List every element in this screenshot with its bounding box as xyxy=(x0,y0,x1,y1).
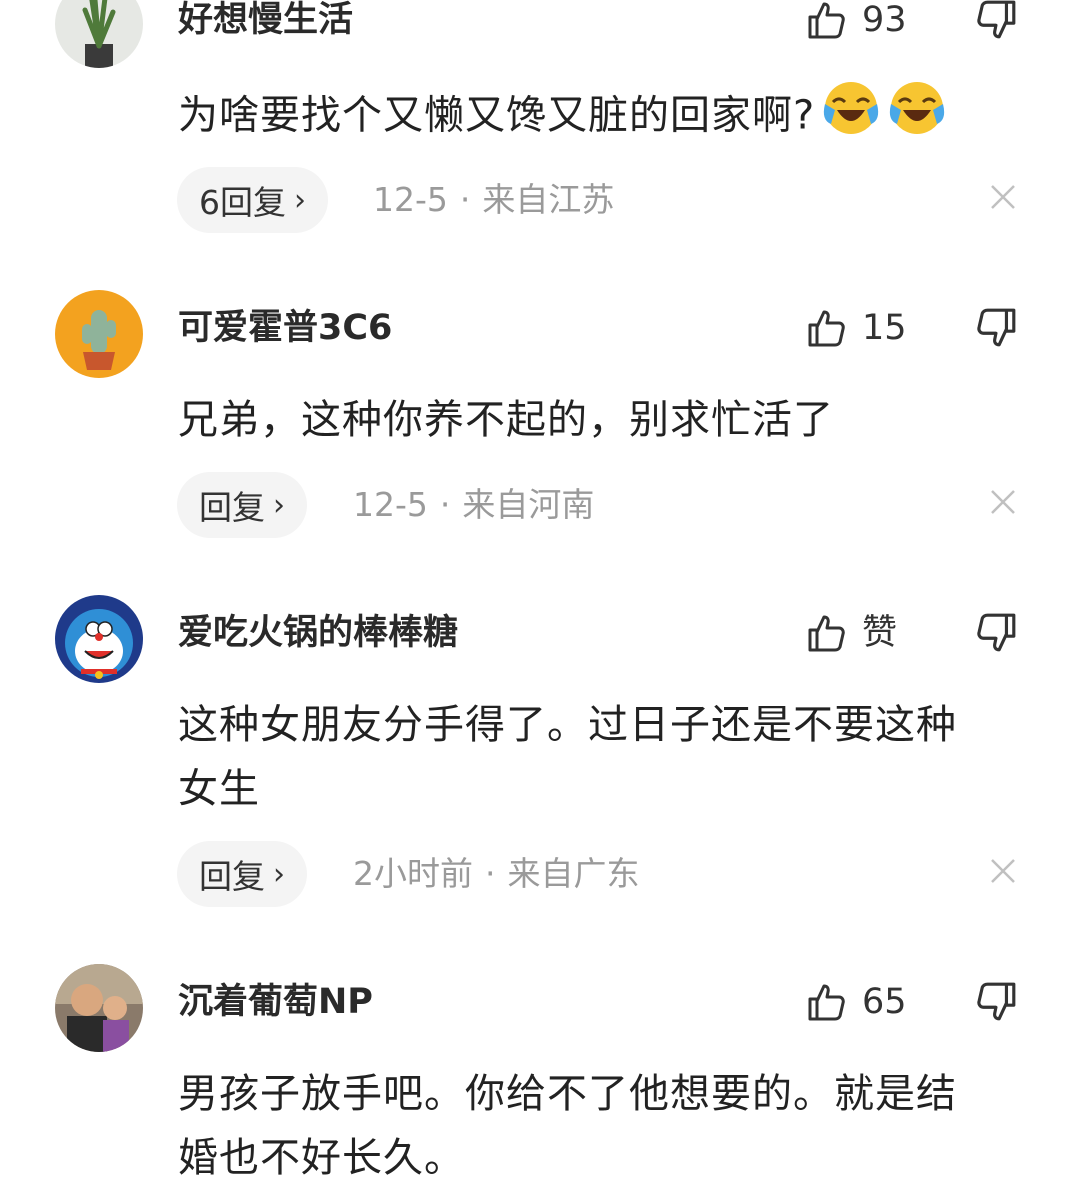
reply-button[interactable]: 回复 › xyxy=(177,841,307,907)
close-icon[interactable] xyxy=(990,489,1022,521)
username[interactable]: 爱吃火锅的棒棒糖 xyxy=(178,611,458,655)
thumbs-up-icon xyxy=(808,615,845,652)
username[interactable]: 沉着葡萄NP xyxy=(178,980,373,1024)
comment-date: 12-5 xyxy=(353,485,428,524)
comment-location: 来自江苏 xyxy=(482,180,615,219)
reply-label: 回复 xyxy=(199,488,265,527)
like-button[interactable]: 赞 xyxy=(806,611,897,655)
comment-text: 这种女朋友分手得了。过日子还是不要这种 女生 xyxy=(178,693,1008,821)
thumbs-down-icon xyxy=(977,613,1016,652)
comment-text-line: 男孩子放手吧。你给不了他想要的。就是结 xyxy=(178,1071,957,1117)
comment-text: 兄弟，这种你养不起的，别求忙活了 xyxy=(178,397,834,443)
comment-text: 为啥要找个又懒又馋又脏的回家啊? xyxy=(178,80,1008,155)
comment-text-line: 这种女朋友分手得了。过日子还是不要这种 xyxy=(178,702,957,748)
like-button[interactable]: 65 xyxy=(806,980,907,1024)
comment-text-line: 婚也不好长久。 xyxy=(178,1135,465,1181)
comment-text-line: 女生 xyxy=(178,766,260,812)
close-icon[interactable] xyxy=(990,184,1022,216)
close-icon[interactable] xyxy=(990,858,1022,890)
chevron-right-icon: › xyxy=(273,487,285,523)
dislike-button[interactable] xyxy=(976,306,1018,350)
like-count: 65 xyxy=(862,982,907,1022)
reply-label: 6回复 xyxy=(199,183,286,222)
like-count: 93 xyxy=(862,0,907,40)
comment-meta: 12-5 · 来自河南 xyxy=(353,472,594,538)
comment-body: 为啥要找个又懒又馋又脏的回家啊? xyxy=(178,92,816,139)
reply-button[interactable]: 6回复 › xyxy=(177,167,328,233)
thumbs-up-icon xyxy=(808,310,845,347)
separator-dot: · xyxy=(485,854,496,893)
like-button[interactable]: 15 xyxy=(806,306,907,350)
username[interactable]: 好想慢生活 xyxy=(178,0,353,42)
dislike-button[interactable] xyxy=(976,0,1018,42)
separator-dot: · xyxy=(439,485,451,524)
chevron-right-icon: › xyxy=(273,856,285,892)
comment-date: 2小时前 xyxy=(353,854,473,893)
comment-location: 来自广东 xyxy=(507,854,640,893)
crying-laughing-emoji xyxy=(887,80,947,155)
like-count: 15 xyxy=(862,308,907,348)
thumbs-up-icon xyxy=(808,984,845,1021)
comment-meta: 2小时前 · 来自广东 xyxy=(353,841,640,907)
reply-label: 回复 xyxy=(199,857,265,896)
thumbs-up-icon xyxy=(808,2,845,39)
comment-date: 12-5 xyxy=(373,180,448,219)
chevron-right-icon: › xyxy=(294,182,306,218)
thumbs-down-icon xyxy=(977,982,1016,1021)
username[interactable]: 可爱霍普3C6 xyxy=(178,306,392,350)
crying-laughing-emoji xyxy=(821,80,881,155)
comment-text: 男孩子放手吧。你给不了他想要的。就是结 婚也不好长久。 xyxy=(178,1062,1008,1190)
avatar[interactable] xyxy=(55,290,143,378)
separator-dot: · xyxy=(459,180,471,219)
comment-location: 来自河南 xyxy=(462,485,595,524)
like-button[interactable]: 93 xyxy=(806,0,907,42)
thumbs-down-icon xyxy=(977,308,1016,347)
avatar[interactable] xyxy=(55,964,143,1052)
comment-meta: 12-5 · 来自江苏 xyxy=(373,167,614,233)
reply-button[interactable]: 回复 › xyxy=(177,472,307,538)
thumbs-down-icon xyxy=(977,0,1016,39)
dislike-button[interactable] xyxy=(976,980,1018,1024)
avatar[interactable] xyxy=(55,595,143,683)
avatar[interactable] xyxy=(55,0,143,68)
dislike-button[interactable] xyxy=(976,611,1018,655)
like-count: 赞 xyxy=(862,613,898,653)
